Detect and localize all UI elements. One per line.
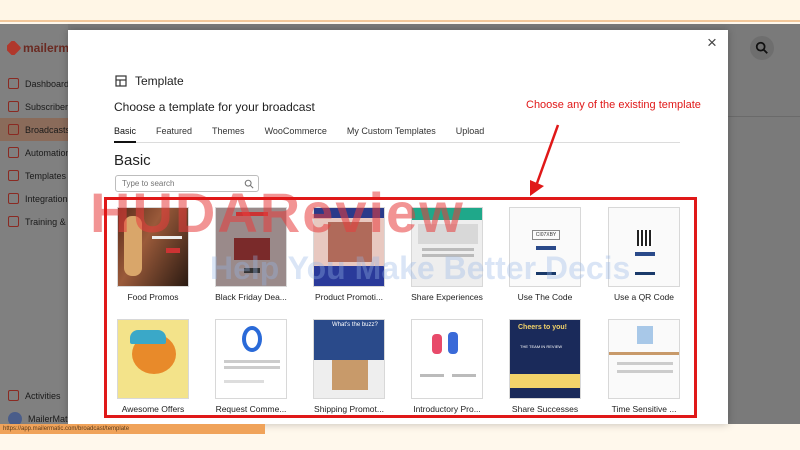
browser-top-strip — [0, 0, 800, 22]
tab-basic[interactable]: Basic — [114, 125, 137, 143]
sidebar-item-training-s[interactable]: Training & S — [0, 210, 68, 233]
sidebar-item-dashboard[interactable]: Dashboard — [0, 72, 68, 95]
logo-text: mailerma — [23, 41, 68, 55]
tab-themes[interactable]: Themes — [212, 125, 245, 143]
sidebar-item-label: Integrations — [25, 193, 68, 204]
tab-featured[interactable]: Featured — [156, 125, 192, 143]
logo-icon — [7, 41, 22, 55]
sidebar-item-label: Subscribers — [25, 101, 68, 112]
sidebar-item-label: Broadcasts — [25, 124, 68, 135]
activities-icon — [8, 390, 19, 401]
template-icon — [115, 75, 127, 87]
modal-title-text: Template — [135, 74, 184, 88]
sidebar-item-label: Dashboard — [25, 78, 68, 89]
annotation-arrow-icon — [530, 124, 560, 196]
annotation-highlight-box — [104, 197, 697, 418]
tab-my-custom-templates[interactable]: My Custom Templates — [347, 125, 436, 143]
sidebar-item-automation[interactable]: Automation — [0, 141, 68, 164]
tab-upload[interactable]: Upload — [456, 125, 485, 143]
app-logo[interactable]: mailerma — [7, 41, 68, 55]
modal-subtitle: Choose a template for your broadcast — [114, 100, 315, 114]
close-icon[interactable]: × — [704, 34, 720, 51]
sidebar-item-templates[interactable]: Templates — [0, 164, 68, 187]
sidebar-item-integrations[interactable]: Integrations — [0, 187, 68, 210]
sidebar-item-label: Training & S — [25, 216, 68, 227]
sidebar-item-label: MailerMatic — [28, 413, 68, 424]
template-tabs: Basic Featured Themes WooCommerce My Custom … — [114, 125, 680, 143]
sidebar-item-label: Automation — [25, 147, 68, 158]
section-heading: Basic — [114, 152, 151, 169]
training-icon — [8, 216, 19, 227]
sidebar-item-label: Templates — [25, 170, 67, 181]
global-search-button[interactable] — [750, 36, 774, 60]
modal-title: Template — [115, 74, 184, 88]
automation-icon — [8, 147, 19, 158]
tab-woocommerce[interactable]: WooCommerce — [265, 125, 327, 143]
integrations-icon — [8, 193, 19, 204]
sidebar-nav: Dashboard Subscribers Broadcasts Automation… — [0, 72, 68, 233]
search-icon — [755, 41, 768, 54]
annotation-text: Choose any of the existing template — [526, 99, 701, 111]
sidebar-item-activities[interactable]: Activities — [0, 384, 68, 407]
subscribers-icon — [8, 101, 19, 112]
background-divider — [728, 116, 800, 117]
sidebar-item-label: Activities — [25, 390, 61, 401]
templates-icon — [8, 170, 19, 181]
sidebar: mailerma Dashboard Subscribers Broadcasts A… — [0, 24, 68, 426]
sidebar-item-broadcasts[interactable]: Broadcasts — [0, 118, 68, 141]
dashboard-icon — [8, 78, 19, 89]
sidebar-item-subscribers[interactable]: Subscribers — [0, 95, 68, 118]
status-bar-url: https://app.mailermatic.com/broadcast/te… — [0, 424, 265, 434]
broadcasts-icon — [8, 124, 19, 135]
